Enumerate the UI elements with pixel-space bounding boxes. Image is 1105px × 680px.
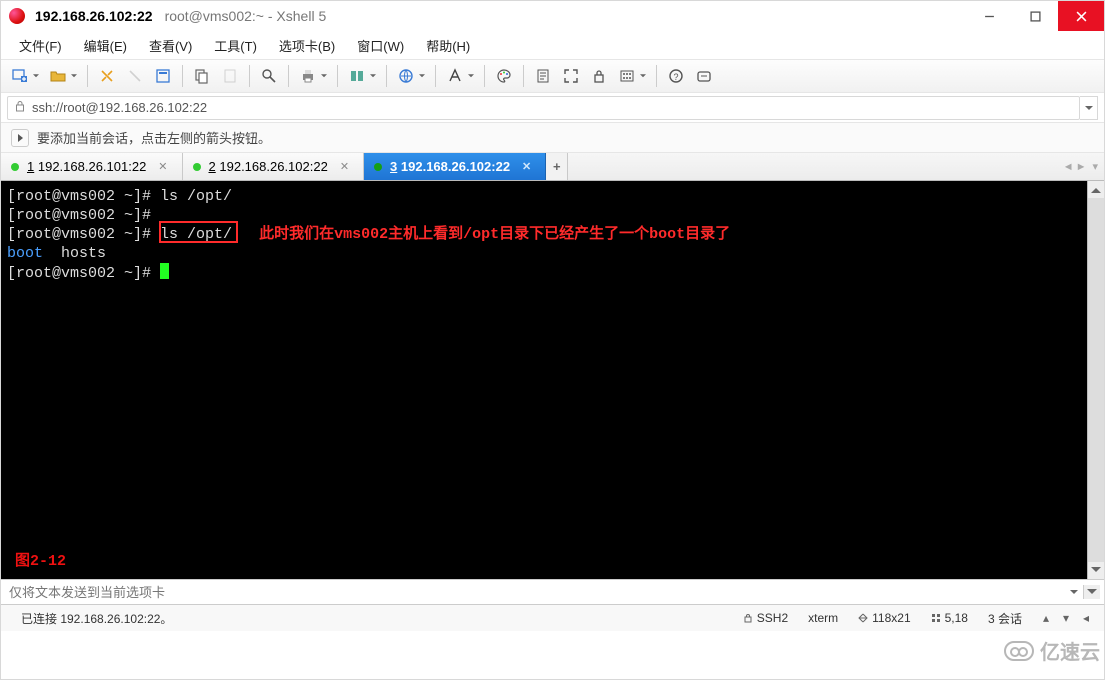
color-button[interactable] — [491, 63, 517, 89]
tab-scroll-buttons[interactable]: ◄►▾ — [1063, 153, 1098, 180]
status-dot-icon — [11, 163, 19, 171]
terminal[interactable]: [root@vms002 ~]# ls /opt/ [root@vms002 ~… — [1, 181, 1087, 579]
menu-tabs[interactable]: 选项卡(B) — [269, 32, 345, 59]
new-session-button[interactable] — [7, 63, 43, 89]
session-tab-1[interactable]: 1 192.168.26.101:22 ✕ — [1, 153, 183, 180]
menu-file[interactable]: 文件(F) — [9, 32, 72, 59]
watermark-logo-icon — [1004, 641, 1034, 661]
window-close-button[interactable] — [1058, 1, 1104, 31]
scroll-track[interactable] — [1088, 198, 1104, 562]
menu-window[interactable]: 窗口(W) — [347, 32, 414, 59]
tab-close-icon[interactable]: ✕ — [158, 160, 167, 173]
scroll-down-button[interactable] — [1088, 562, 1104, 579]
title-bar: 192.168.26.102:22 root@vms002:~ - Xshell… — [1, 1, 1104, 31]
status-cursor-pos: 5,18 — [921, 611, 978, 625]
menu-view[interactable]: 查看(V) — [139, 32, 202, 59]
terminal-area: [root@vms002 ~]# ls /opt/ [root@vms002 ~… — [1, 181, 1104, 579]
print-button[interactable] — [295, 63, 331, 89]
menu-tools[interactable]: 工具(T) — [204, 32, 267, 59]
annotation-text: 此时我们在vms002主机上看到/opt目录下已经产生了一个boot目录了 — [259, 226, 730, 243]
menu-bar: 文件(F) 编辑(E) 查看(V) 工具(T) 选项卡(B) 窗口(W) 帮助(… — [1, 31, 1104, 59]
transfer-button[interactable] — [344, 63, 380, 89]
status-dot-icon — [193, 163, 201, 171]
toolbar: ? — [1, 59, 1104, 93]
fullscreen-button[interactable] — [558, 63, 584, 89]
session-tab-2[interactable]: 2 192.168.26.102:22 ✕ — [183, 153, 365, 180]
reconnect-button[interactable] — [94, 63, 120, 89]
caret-up-icon[interactable]: ▴ — [1038, 610, 1054, 626]
app-icon — [9, 8, 25, 24]
keypad-button[interactable] — [614, 63, 650, 89]
open-session-button[interactable] — [45, 63, 81, 89]
terminal-cursor — [160, 263, 169, 279]
grid-icon — [931, 613, 941, 623]
info-bar: 要添加当前会话，点击左侧的箭头按钮。 — [1, 123, 1104, 153]
lock-icon — [14, 100, 26, 115]
session-tab-3[interactable]: 3 192.168.26.102:22 ✕ — [364, 153, 546, 180]
command-scrollbar[interactable] — [1083, 585, 1100, 599]
window-maximize-button[interactable] — [1012, 1, 1058, 31]
status-protocol: SSH2 — [733, 611, 798, 625]
status-term-type: xterm — [798, 611, 848, 625]
lock-icon — [743, 613, 753, 623]
find-button[interactable] — [256, 63, 282, 89]
menu-edit[interactable]: 编辑(E) — [74, 32, 137, 59]
title-host: 192.168.26.102:22 — [35, 8, 153, 24]
svg-text:?: ? — [673, 72, 678, 82]
add-session-arrow-button[interactable] — [11, 129, 29, 147]
scroll-up-button[interactable] — [1088, 181, 1104, 198]
info-text: 要添加当前会话，点击左侧的箭头按钮。 — [37, 128, 271, 147]
address-bar: ssh://root@192.168.26.102:22 — [1, 93, 1104, 123]
address-text: ssh://root@192.168.26.102:22 — [32, 100, 207, 115]
address-input[interactable]: ssh://root@192.168.26.102:22 — [7, 96, 1080, 120]
caret-left-icon[interactable]: ◂ — [1078, 610, 1094, 626]
paste-button[interactable] — [217, 63, 243, 89]
font-button[interactable] — [442, 63, 478, 89]
title-path: root@vms002:~ - Xshell 5 — [165, 8, 327, 24]
terminal-scrollbar[interactable] — [1087, 181, 1104, 579]
command-bar — [1, 579, 1104, 605]
copy-button[interactable] — [189, 63, 215, 89]
help-button[interactable]: ? — [663, 63, 689, 89]
command-input[interactable] — [5, 581, 1065, 603]
watermark-text: 亿速云 — [1040, 636, 1100, 665]
watermark: 亿速云 — [1004, 636, 1100, 665]
script-button[interactable] — [393, 63, 429, 89]
lock-button[interactable] — [586, 63, 612, 89]
status-sessions: 3 会话 — [978, 610, 1032, 627]
status-bar: 已连接 192.168.26.102:22。 SSH2 xterm 118x21… — [1, 605, 1104, 631]
compose-button[interactable] — [691, 63, 717, 89]
new-tab-button[interactable]: + — [546, 153, 568, 180]
figure-label: 图2-12 — [15, 552, 66, 571]
session-tabs: 1 192.168.26.101:22 ✕ 2 192.168.26.102:2… — [1, 153, 1104, 181]
address-dropdown[interactable] — [1080, 96, 1098, 120]
resize-icon — [858, 613, 868, 623]
disconnect-button[interactable] — [122, 63, 148, 89]
command-dropdown[interactable] — [1065, 586, 1083, 598]
tab-close-icon[interactable]: ✕ — [522, 160, 531, 173]
highlight-box — [159, 221, 238, 243]
status-dot-icon — [374, 163, 382, 171]
log-button[interactable] — [530, 63, 556, 89]
properties-button[interactable] — [150, 63, 176, 89]
window-minimize-button[interactable] — [966, 1, 1012, 31]
status-connection: 已连接 192.168.26.102:22。 — [11, 610, 182, 627]
menu-help[interactable]: 帮助(H) — [416, 32, 480, 59]
tab-close-icon[interactable]: ✕ — [340, 160, 349, 173]
status-size: 118x21 — [848, 611, 920, 625]
caret-down-icon[interactable]: ▾ — [1058, 610, 1074, 626]
